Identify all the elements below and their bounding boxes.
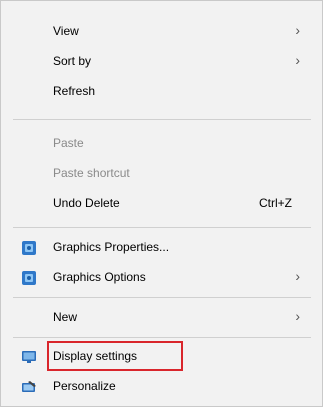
chevron-right-icon: › [295,268,300,284]
menu-item-label: Sort by [53,54,92,68]
menu-separator [13,297,311,298]
menu-separator [13,227,311,228]
menu-item-graphics-options[interactable]: Graphics Options › [1,265,322,291]
personalize-icon [21,379,37,395]
chevron-right-icon: › [295,52,300,68]
menu-item-label: Personalize [53,379,116,393]
intel-graphics-icon [21,270,37,286]
menu-item-new[interactable]: New › [1,305,322,331]
menu-item-label: Undo Delete [53,196,120,210]
menu-item-label: Paste shortcut [53,166,130,180]
context-menu: View › Sort by › Refresh Paste Paste sho… [0,0,323,407]
monitor-icon [21,349,37,365]
menu-item-personalize[interactable]: Personalize [1,374,322,400]
menu-item-label: Paste [53,136,84,150]
menu-separator [13,337,311,338]
menu-separator [13,119,311,120]
menu-item-label: New [53,310,78,324]
menu-item-view[interactable]: View › [1,19,322,45]
highlight-box [47,341,183,371]
menu-item-refresh[interactable]: Refresh [1,79,322,105]
menu-item-undo-delete[interactable]: Undo Delete Ctrl+Z [1,191,322,217]
shortcut-label: Ctrl+Z [259,196,292,210]
intel-graphics-icon [21,240,37,256]
menu-item-sort-by[interactable]: Sort by › [1,49,322,75]
menu-item-paste-shortcut[interactable]: Paste shortcut [1,161,322,187]
menu-item-paste[interactable]: Paste [1,131,322,157]
chevron-right-icon: › [295,22,300,38]
menu-item-label: View [53,24,79,38]
menu-item-label: Refresh [53,84,96,98]
chevron-right-icon: › [295,308,300,324]
menu-item-label: Graphics Options [53,270,146,284]
menu-item-graphics-properties[interactable]: Graphics Properties... [1,235,322,261]
menu-item-label: Graphics Properties... [53,240,170,254]
